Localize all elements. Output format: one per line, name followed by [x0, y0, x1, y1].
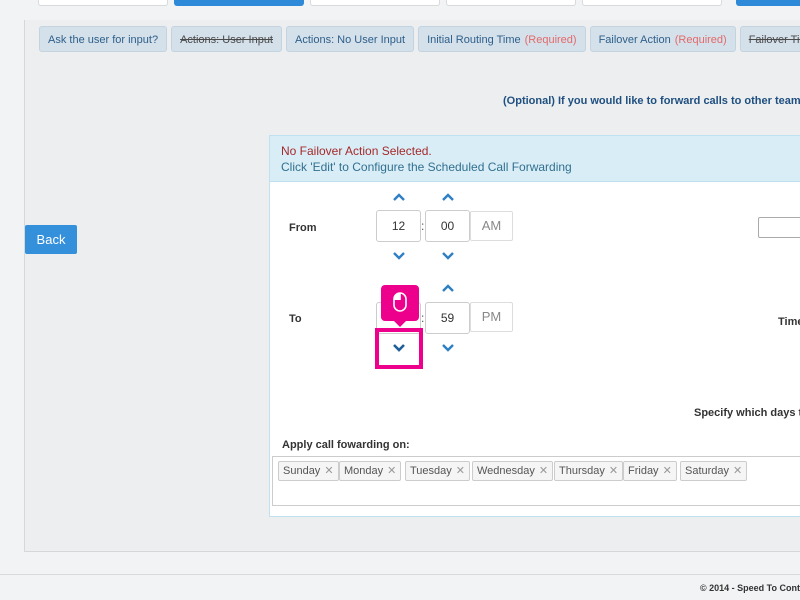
remove-icon[interactable]: ✕ [539, 462, 548, 480]
time-separator: : [421, 311, 425, 325]
day-chip-sunday: Sunday ✕ [278, 461, 339, 481]
day-chip-label: Sunday [283, 465, 321, 477]
from-label: From [289, 222, 317, 234]
day-chip-label: Thursday [559, 465, 605, 477]
day-chip-label: Tuesday [410, 465, 452, 477]
tab-label: Actions: User Input [180, 34, 273, 46]
apply-forwarding-label: Apply call fowarding on: [282, 439, 410, 451]
from-ampm-toggle[interactable]: AM [470, 211, 513, 241]
top-segment[interactable] [38, 0, 168, 6]
from-hour-input[interactable]: 12 [376, 210, 421, 242]
top-bar [0, 0, 800, 8]
tab-initial-routing-time[interactable]: Initial Routing Time (Required) [418, 26, 586, 52]
click-tooltip [381, 285, 419, 327]
time-label: Time [778, 316, 800, 328]
chevron-up-icon[interactable] [441, 283, 455, 293]
remove-icon[interactable]: ✕ [387, 462, 396, 480]
day-chip-monday: Monday ✕ [339, 461, 402, 481]
top-segment[interactable] [310, 0, 440, 6]
remove-icon[interactable]: ✕ [733, 462, 742, 480]
day-chip-friday: Friday ✕ [623, 461, 677, 481]
back-button[interactable]: Back [25, 225, 77, 254]
remove-icon[interactable]: ✕ [609, 462, 618, 480]
card-header: No Failover Action Selected. Click 'Edit… [270, 136, 800, 182]
chevron-down-icon[interactable] [441, 343, 455, 353]
tab-failover-timeout[interactable]: Failover Timeout [739, 26, 800, 52]
day-chip-label: Wednesday [477, 465, 535, 477]
from-minute-input[interactable]: 00 [425, 210, 470, 242]
click-highlight-box [375, 328, 423, 369]
to-ampm-toggle[interactable]: PM [470, 302, 513, 332]
copyright-text: © 2014 - Speed To Cont [700, 583, 800, 593]
chevron-down-icon[interactable] [392, 251, 406, 261]
failover-warning: No Failover Action Selected. [281, 144, 432, 158]
tab-label: Failover Action [598, 34, 671, 46]
remove-icon[interactable]: ✕ [456, 462, 465, 480]
remove-icon[interactable]: ✕ [324, 462, 333, 480]
tab-actions-user-input[interactable]: Actions: User Input [171, 26, 282, 52]
day-chip-thursday: Thursday ✕ [554, 461, 624, 481]
to-label: To [289, 313, 302, 325]
mouse-icon [393, 292, 407, 312]
remove-icon[interactable]: ✕ [663, 462, 672, 480]
wizard-tabs: Ask the user for input? Actions: User In… [39, 26, 800, 52]
page-footer: © 2014 - Speed To Cont [0, 574, 800, 600]
chevron-up-icon[interactable] [392, 192, 406, 202]
required-marker: (Required) [524, 34, 577, 46]
tab-label: Failover Timeout [748, 34, 800, 46]
time-separator: : [421, 219, 425, 233]
day-chip-tuesday: Tuesday ✕ [405, 461, 471, 481]
day-chip-label: Friday [628, 465, 659, 477]
to-minute-input[interactable]: 59 [425, 302, 470, 334]
tab-failover-action[interactable]: Failover Action (Required) [589, 26, 736, 52]
top-segment[interactable] [582, 0, 722, 6]
chevron-up-icon[interactable] [441, 192, 455, 202]
required-marker: (Required) [674, 34, 727, 46]
optional-forward-note: (Optional) If you would like to forward … [503, 95, 800, 107]
chevron-down-icon[interactable] [441, 251, 455, 261]
day-chip-wednesday: Wednesday ✕ [472, 461, 554, 481]
tab-label: Actions: No User Input [295, 34, 406, 46]
day-chip-saturday: Saturday ✕ [680, 461, 748, 481]
tab-ask-user[interactable]: Ask the user for input? [39, 26, 168, 52]
top-segment[interactable] [446, 0, 576, 6]
day-chip-label: Monday [344, 465, 384, 477]
day-chip-label: Saturday [685, 465, 730, 477]
tab-label: Ask the user for input? [48, 34, 159, 46]
top-segment-active[interactable] [174, 0, 304, 6]
days-multiselect[interactable]: Sunday ✕ Monday ✕ Tuesday ✕ Wednesday ✕ Thur… [272, 456, 800, 506]
specify-days-label: Specify which days to [694, 407, 800, 419]
top-segment-active[interactable] [736, 0, 800, 6]
right-input-field[interactable] [758, 217, 800, 238]
configure-info: Click 'Edit' to Configure the Scheduled … [281, 160, 572, 174]
tab-actions-no-user-input[interactable]: Actions: No User Input [286, 26, 415, 52]
tab-label: Initial Routing Time [427, 34, 521, 46]
